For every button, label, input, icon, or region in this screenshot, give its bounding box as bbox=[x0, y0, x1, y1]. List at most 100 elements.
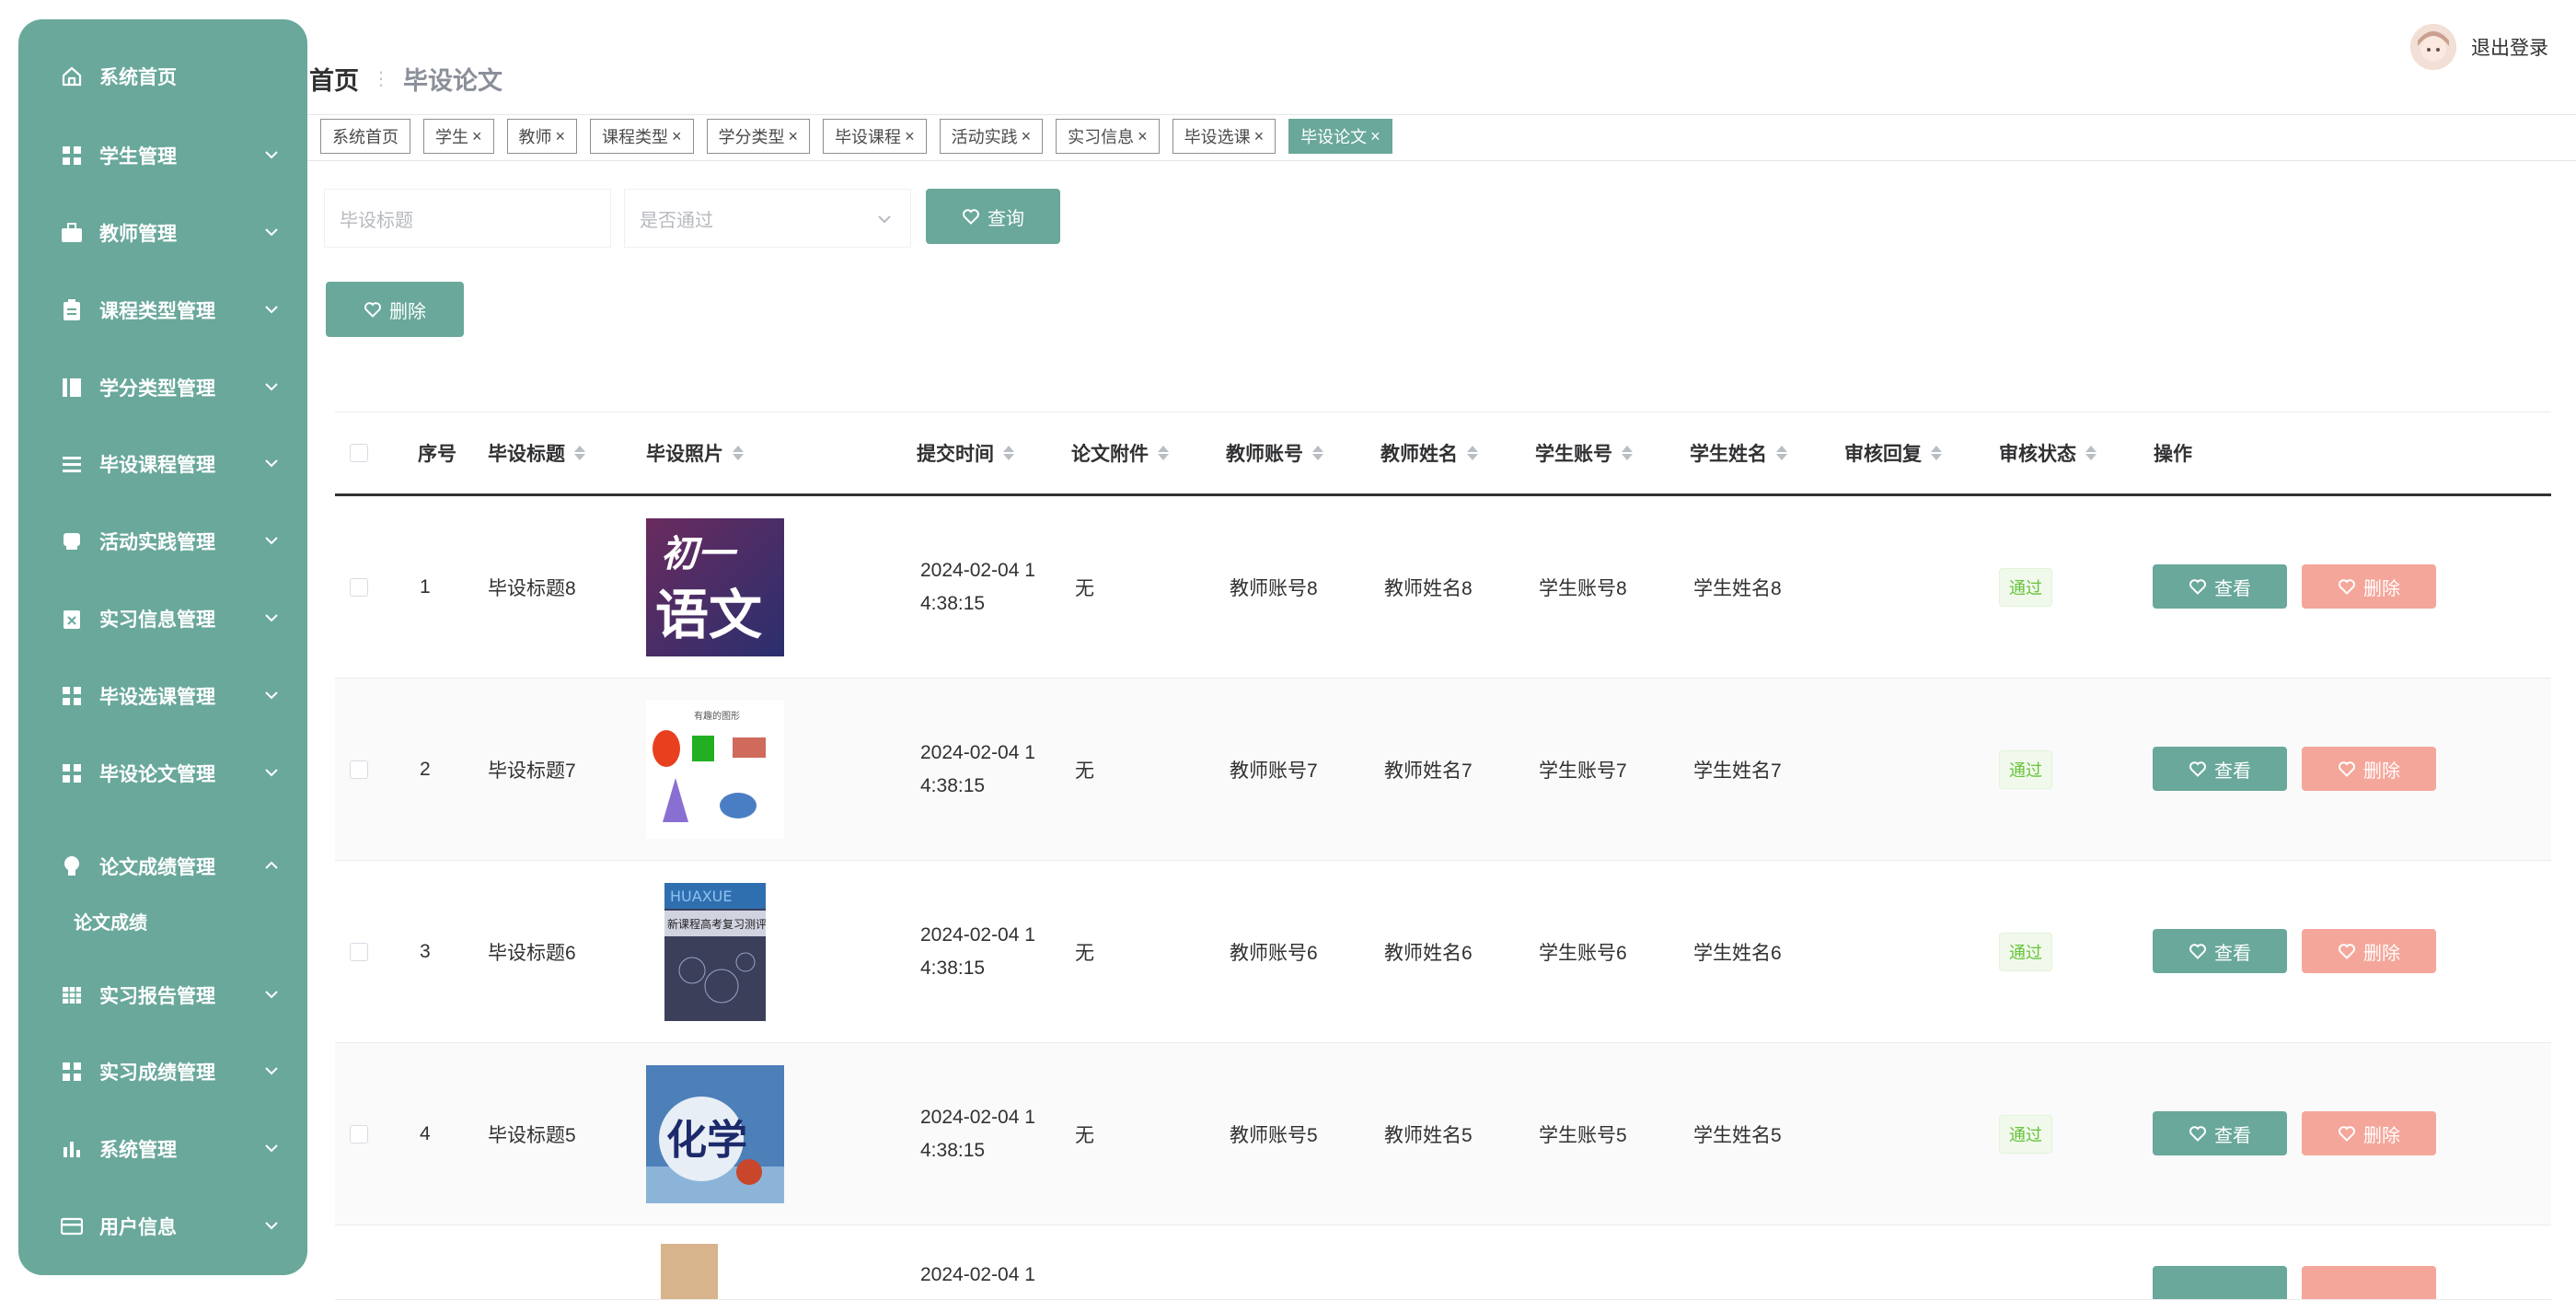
sidebar-item-2[interactable]: 学生管理 bbox=[18, 128, 307, 183]
sidebar-item-15[interactable]: 用户信息 bbox=[18, 1199, 307, 1254]
row-submit-time: 2024-02-04 1 4:38:15 bbox=[920, 1043, 1035, 1225]
close-icon[interactable]: × bbox=[1370, 127, 1380, 146]
sort-icon[interactable] bbox=[733, 444, 744, 462]
sort-icon[interactable] bbox=[1467, 444, 1478, 462]
column-header-4[interactable]: 提交时间 bbox=[917, 412, 1014, 493]
tag-4[interactable]: 课程类型 × bbox=[590, 119, 694, 154]
sidebar-item-14[interactable]: 系统管理 bbox=[18, 1121, 307, 1177]
column-header-3[interactable]: 毕设照片 bbox=[646, 412, 744, 493]
row-attachment: 无 bbox=[1075, 942, 1094, 964]
batch-delete-button[interactable]: 删除 bbox=[326, 282, 464, 337]
close-icon[interactable]: × bbox=[672, 127, 682, 146]
chevron-down-icon bbox=[878, 215, 891, 224]
close-icon[interactable]: × bbox=[905, 127, 915, 146]
sidebar-item-1[interactable]: 系统首页 bbox=[18, 49, 307, 104]
row-student-account: 学生账号5 bbox=[1539, 1124, 1627, 1146]
column-header-label: 教师账号 bbox=[1226, 444, 1303, 465]
time-line-2: 4:38:15 bbox=[920, 774, 986, 796]
row-checkbox[interactable] bbox=[350, 679, 368, 860]
column-header-8[interactable]: 学生账号 bbox=[1535, 412, 1633, 493]
tag-6[interactable]: 毕设课程 × bbox=[823, 119, 927, 154]
sidebar-item-11[interactable]: 论文成绩管理 bbox=[18, 839, 307, 894]
row-index: 4 bbox=[420, 1122, 431, 1144]
column-header-10[interactable]: 审核回复 bbox=[1844, 412, 1942, 493]
row-checkbox[interactable] bbox=[350, 1043, 368, 1225]
sort-icon[interactable] bbox=[2085, 444, 2097, 462]
submenu-item-thesis-score[interactable]: 论文成绩 bbox=[18, 898, 307, 944]
top-header bbox=[307, 0, 2576, 115]
breadcrumb-home[interactable]: 首页 bbox=[309, 61, 359, 97]
sidebar-item-9[interactable]: 毕设选课管理 bbox=[18, 668, 307, 724]
sidebar-item-10[interactable]: 毕设论文管理 bbox=[18, 746, 307, 801]
tag-8[interactable]: 实习信息 × bbox=[1056, 119, 1160, 154]
column-header-2[interactable]: 毕设标题 bbox=[488, 412, 585, 493]
column-header-7[interactable]: 教师姓名 bbox=[1380, 412, 1478, 493]
svg-text:化学: 化学 bbox=[666, 1117, 747, 1164]
sidebar-item-3[interactable]: 教师管理 bbox=[18, 205, 307, 261]
tag-7[interactable]: 活动实践 × bbox=[939, 119, 1044, 154]
delete-button[interactable] bbox=[2302, 1266, 2436, 1299]
sort-icon[interactable] bbox=[574, 444, 585, 462]
sort-icon[interactable] bbox=[1776, 444, 1787, 462]
close-icon[interactable]: × bbox=[1138, 127, 1148, 146]
thesis-photo: 初一 语文 bbox=[646, 496, 784, 678]
avatar[interactable] bbox=[2410, 24, 2456, 70]
sort-icon[interactable] bbox=[1158, 444, 1169, 462]
view-button-label: 查看 bbox=[2214, 1125, 2251, 1146]
delete-button[interactable]: 删除 bbox=[2302, 747, 2436, 791]
column-header-11[interactable]: 审核状态 bbox=[1999, 412, 2097, 493]
row-teacher-account: 教师账号6 bbox=[1230, 942, 1318, 964]
sidebar-item-6[interactable]: 毕设课程管理 bbox=[18, 436, 307, 492]
column-header-label: 提交时间 bbox=[917, 444, 994, 465]
tag-label: 课程类型 bbox=[602, 128, 669, 146]
sidebar-item-8[interactable]: 实习信息管理 bbox=[18, 591, 307, 646]
close-icon[interactable]: × bbox=[1254, 127, 1265, 146]
sort-icon[interactable] bbox=[1312, 444, 1323, 462]
logout-link[interactable]: 退出登录 bbox=[2471, 33, 2548, 61]
svg-text:新课程高考复习测评: 新课程高考复习测评 bbox=[667, 917, 766, 931]
tag-label: 学分类型 bbox=[718, 128, 785, 146]
row-title: 毕设标题5 bbox=[488, 1124, 576, 1146]
view-button[interactable]: 查看 bbox=[2153, 564, 2287, 609]
tag-9[interactable]: 毕设选课 × bbox=[1172, 119, 1276, 154]
tag-2[interactable]: 学生 × bbox=[423, 119, 494, 154]
sidebar-item-13[interactable]: 实习成绩管理 bbox=[18, 1044, 307, 1099]
time-line-1: 2024-02-04 1 bbox=[920, 741, 1035, 763]
sort-icon[interactable] bbox=[1003, 444, 1014, 462]
column-header-6[interactable]: 教师账号 bbox=[1226, 412, 1323, 493]
close-icon[interactable]: × bbox=[472, 127, 482, 146]
tag-3[interactable]: 教师 × bbox=[506, 119, 578, 154]
close-icon[interactable]: × bbox=[556, 127, 566, 146]
chevron-down-icon bbox=[263, 301, 280, 318]
sidebar-item-7[interactable]: 活动实践管理 bbox=[18, 514, 307, 569]
query-button[interactable]: 查询 bbox=[926, 189, 1060, 244]
pass-status-select[interactable]: 是否通过 bbox=[624, 189, 911, 248]
view-button[interactable] bbox=[2153, 1266, 2287, 1299]
row-checkbox[interactable] bbox=[350, 861, 368, 1042]
sort-icon[interactable] bbox=[1622, 444, 1633, 462]
view-button[interactable]: 查看 bbox=[2153, 1111, 2287, 1155]
view-button[interactable]: 查看 bbox=[2153, 929, 2287, 973]
tag-5[interactable]: 学分类型 × bbox=[706, 119, 811, 154]
delete-button[interactable]: 删除 bbox=[2302, 1111, 2436, 1155]
time-line-2: 4:38:15 bbox=[920, 592, 986, 614]
row-student-account: 学生账号7 bbox=[1539, 760, 1627, 782]
tag-1[interactable]: 系统首页 bbox=[320, 119, 410, 154]
delete-button[interactable]: 删除 bbox=[2302, 929, 2436, 973]
delete-button[interactable]: 删除 bbox=[2302, 564, 2436, 609]
column-header-label: 学生账号 bbox=[1535, 444, 1612, 465]
sidebar-item-4[interactable]: 课程类型管理 bbox=[18, 283, 307, 338]
column-header-5[interactable]: 论文附件 bbox=[1071, 412, 1169, 493]
view-button[interactable]: 查看 bbox=[2153, 747, 2287, 791]
tag-10[interactable]: 毕设论文 × bbox=[1288, 119, 1392, 154]
row-checkbox[interactable] bbox=[350, 496, 368, 678]
close-icon[interactable]: × bbox=[789, 127, 799, 146]
row-teacher-account: 教师账号7 bbox=[1230, 760, 1318, 782]
sidebar-item-12[interactable]: 实习报告管理 bbox=[18, 968, 307, 1023]
close-icon[interactable]: × bbox=[1022, 127, 1032, 146]
sidebar-item-5[interactable]: 学分类型管理 bbox=[18, 360, 307, 415]
sort-icon[interactable] bbox=[1931, 444, 1942, 462]
title-search-input[interactable]: 毕设标题 bbox=[324, 189, 611, 248]
column-header-9[interactable]: 学生姓名 bbox=[1690, 412, 1787, 493]
select-all-checkbox[interactable] bbox=[350, 412, 368, 493]
